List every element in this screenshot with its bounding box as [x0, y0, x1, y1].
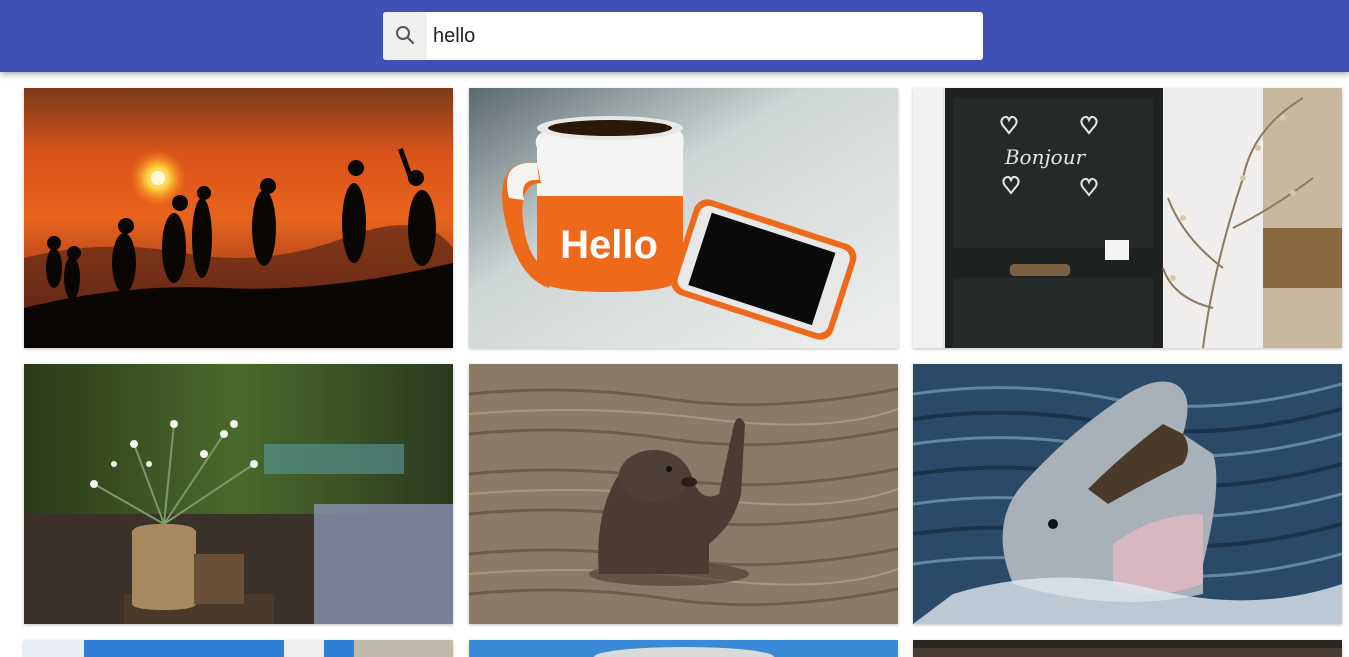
chalk-bonjour-text: Bonjour: [1004, 145, 1087, 169]
result-image-bonjour-door[interactable]: Bonjour: [913, 88, 1342, 348]
search-box[interactable]: [383, 12, 983, 60]
result-image-partial-3[interactable]: [913, 640, 1342, 657]
result-image-flower-vase[interactable]: [24, 364, 453, 624]
result-image-smiling-dolphin[interactable]: [913, 364, 1342, 624]
result-image-hikers-sunset[interactable]: [24, 88, 453, 348]
app-bar: [0, 0, 1349, 72]
mug-hello-text: Hello: [560, 223, 658, 267]
result-image-partial-2[interactable]: [469, 640, 898, 657]
result-image-waving-seal[interactable]: [469, 364, 898, 624]
search-icon[interactable]: [383, 12, 427, 60]
result-image-hello-mug[interactable]: Hello: [469, 88, 898, 348]
search-input[interactable]: [427, 12, 967, 60]
result-image-partial-1[interactable]: [24, 640, 453, 657]
